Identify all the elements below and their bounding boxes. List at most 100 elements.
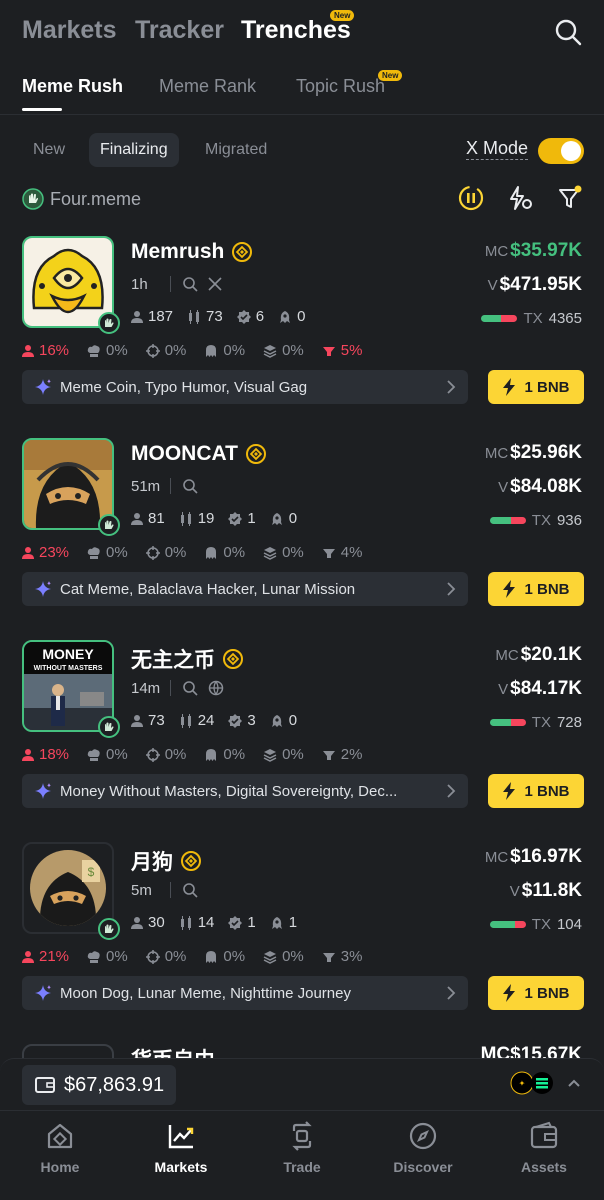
token-stats: 30 14 1 1 — [131, 914, 297, 931]
bnb-coin-icon — [232, 242, 253, 262]
ai-tags-row[interactable]: Moon Dog, Lunar Meme, Nighttime Journey — [22, 976, 468, 1010]
filter-new[interactable]: New — [22, 133, 76, 167]
token-avatar[interactable] — [22, 236, 114, 328]
wallet-balance-button[interactable]: $67,863.91 — [22, 1065, 177, 1105]
token-stats: 81 19 1 0 — [131, 510, 297, 527]
market-cap: $35.97K — [510, 240, 582, 261]
bnb-coin-icon — [181, 851, 201, 871]
verified-icon — [228, 915, 243, 930]
crosshair-icon — [145, 545, 160, 560]
sniper-icon — [271, 916, 282, 929]
bottom-tab-label: Discover — [393, 1159, 453, 1175]
token-avatar[interactable]: MONEY WITHOUT MASTERS — [22, 640, 114, 732]
traders-count: 73 — [206, 308, 223, 325]
x-mode-toggle[interactable] — [538, 138, 584, 164]
search-icon[interactable] — [554, 18, 582, 46]
dev-pct: 3% — [340, 948, 363, 965]
discover-compass-icon — [409, 1122, 437, 1150]
ghost-icon — [206, 950, 217, 963]
chef-hat-icon — [87, 344, 100, 357]
bnb-coin-icon — [245, 444, 266, 464]
sniper-pct: 0% — [164, 342, 187, 359]
insider-pct: 0% — [106, 342, 128, 359]
bottom-tab-home[interactable]: Home — [10, 1121, 110, 1175]
new-badge: New — [330, 10, 355, 21]
tab-meme-rank[interactable]: Meme Rank — [159, 76, 256, 97]
website-icon[interactable] — [208, 680, 224, 696]
token-avatar[interactable]: $ — [22, 842, 114, 934]
bottom-tab-label: Assets — [521, 1159, 567, 1175]
chevron-right-icon — [447, 380, 456, 394]
tab-markets[interactable]: Markets — [22, 16, 117, 45]
token-name: Memrush — [131, 240, 225, 263]
ai-tags-row[interactable]: Meme Coin, Typo Humor, Visual Gag — [22, 370, 468, 404]
ghost-icon — [206, 748, 217, 761]
wallet-right[interactable]: ✦ — [510, 1071, 582, 1095]
quick-settings-icon[interactable] — [506, 184, 534, 212]
bottom-tab-label: Markets — [154, 1159, 208, 1175]
token-name: 无主之币 — [131, 649, 215, 672]
bottom-tab-discover[interactable]: Discover — [373, 1121, 473, 1175]
quick-buy-button[interactable]: 1 BNB — [488, 976, 584, 1010]
bottom-tab-trade[interactable]: Trade — [252, 1121, 352, 1175]
holder-distribution: 21% 0% 0% 0% 0% 3% — [22, 948, 362, 965]
search-icon[interactable] — [182, 680, 198, 696]
tab-meme-rush[interactable]: Meme Rush — [22, 76, 123, 97]
filter-icon[interactable] — [556, 184, 584, 212]
mc-label: MC — [484, 849, 509, 866]
token-name-row: 月狗 — [131, 846, 201, 876]
buy-sell-ratio-bar — [489, 718, 526, 726]
bottom-tab-assets[interactable]: Assets — [494, 1121, 594, 1175]
search-icon[interactable] — [182, 276, 198, 292]
pause-icon[interactable] — [457, 184, 485, 212]
quick-buy-button[interactable]: 1 BNB — [488, 370, 584, 404]
four-meme-badge-icon — [98, 312, 120, 334]
tab-tracker[interactable]: Tracker — [135, 16, 224, 45]
tx-count: 104 — [556, 915, 582, 933]
sparkle-icon — [35, 379, 51, 395]
social-links — [182, 882, 198, 898]
social-links — [182, 276, 222, 292]
quick-buy-button[interactable]: 1 BNB — [488, 774, 584, 808]
buy-sell-ratio-bar — [481, 314, 518, 322]
search-icon[interactable] — [182, 478, 198, 494]
lightning-icon — [503, 378, 516, 396]
social-links — [182, 680, 224, 696]
volume-label: V — [509, 883, 520, 900]
insider-pct: 0% — [106, 948, 128, 965]
crosshair-icon — [145, 949, 160, 964]
bottom-tab-label: Home — [40, 1159, 80, 1175]
sub-tabs: Meme Rush Meme Rank Topic Rush New — [22, 62, 582, 112]
token-card[interactable]: MONEY WITHOUT MASTERS 无主之币 14m 73 24 3 0… — [0, 640, 604, 842]
filter-migrated[interactable]: Migrated — [194, 133, 278, 167]
platform-filter[interactable]: Four.meme — [22, 186, 141, 212]
token-card[interactable]: Memrush 1h 187 73 6 0 16% 0% 0% 0% 0% 5%… — [0, 236, 604, 438]
wallet-icon — [35, 1077, 55, 1093]
search-icon[interactable] — [182, 882, 198, 898]
token-age: 1h — [131, 276, 148, 293]
tx-label: TX — [531, 713, 551, 731]
bottom-tab-label: Trade — [283, 1159, 321, 1175]
token-avatar[interactable] — [22, 438, 114, 530]
x-twitter-icon[interactable] — [208, 277, 222, 291]
quick-buy-amount: 1 BNB — [524, 378, 570, 396]
mc-label: MC — [484, 445, 509, 462]
ai-tags-row[interactable]: Cat Meme, Balaclava Hacker, Lunar Missio… — [22, 572, 468, 606]
divider — [170, 478, 171, 494]
verified-icon — [236, 309, 251, 324]
quick-buy-button[interactable]: 1 BNB — [488, 572, 584, 606]
verified-icon — [228, 511, 243, 526]
avatar-text: WITHOUT MASTERS — [34, 665, 103, 672]
token-card[interactable]: $ 月狗 5m 30 14 1 1 21% 0% 0% 0% 0% 3% MC … — [0, 842, 604, 1044]
market-cap: $20.1K — [520, 644, 582, 665]
bottom-tab-markets[interactable]: Markets — [131, 1121, 231, 1175]
token-card[interactable]: MOONCAT 51m 81 19 1 0 23% 0% 0% 0% 0% 4%… — [0, 438, 604, 640]
tab-topic-rush[interactable]: Topic Rush — [296, 76, 385, 97]
holders-count: 187 — [148, 308, 174, 325]
dev-pct: 2% — [340, 746, 363, 763]
ai-tags-row[interactable]: Money Without Masters, Digital Sovereign… — [22, 774, 468, 808]
markets-chart-icon — [168, 1125, 194, 1149]
filter-finalizing[interactable]: Finalizing — [89, 133, 179, 167]
buy-sell-ratio-bar — [489, 920, 526, 928]
sparkle-icon — [35, 783, 51, 799]
